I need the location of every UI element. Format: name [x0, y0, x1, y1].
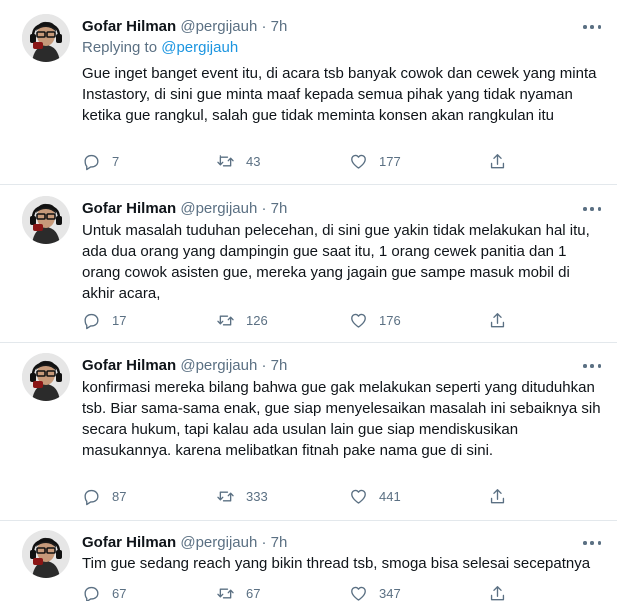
like-count: 176: [379, 312, 401, 328]
reply-icon: [82, 584, 101, 601]
more-icon[interactable]: [581, 200, 603, 218]
tweet-text: Untuk masalah tuduhan pelecehan, di sini…: [82, 222, 590, 302]
share-icon: [488, 584, 507, 601]
user-handle[interactable]: @pergijauh: [180, 534, 257, 551]
like-icon: [349, 311, 368, 330]
retweet-button[interactable]: 126: [216, 310, 268, 330]
retweet-button[interactable]: 43: [216, 151, 260, 171]
tweet-divider: [0, 520, 617, 521]
tweet-header: Gofar Hilman @pergijauh · 7h: [82, 200, 597, 220]
share-icon: [488, 152, 507, 171]
avatar[interactable]: [22, 196, 70, 244]
avatar[interactable]: [22, 14, 70, 62]
timestamp[interactable]: 7h: [271, 200, 288, 217]
replying-to-label: Replying to: [82, 39, 162, 56]
reply-button[interactable]: 7: [82, 151, 119, 171]
share-button[interactable]: [488, 583, 507, 601]
retweet-icon: [216, 584, 235, 601]
separator-dot: ·: [261, 200, 267, 217]
replying-to-mention[interactable]: @pergijauh: [161, 39, 238, 56]
avatar[interactable]: [22, 530, 70, 578]
retweet-icon: [216, 487, 235, 506]
tweet[interactable]: Gofar Hilman @pergijauh · 7h Tim gue sed…: [0, 530, 617, 601]
retweet-icon: [216, 311, 235, 330]
like-count: 347: [379, 585, 401, 601]
like-button[interactable]: 441: [349, 486, 401, 506]
display-name[interactable]: Gofar Hilman: [82, 534, 176, 551]
like-count: 177: [379, 153, 401, 169]
separator-dot: ·: [261, 357, 267, 374]
tweet-text: Gue inget banget event itu, di acara tsb…: [82, 65, 597, 124]
reply-icon: [82, 311, 101, 330]
replying-to: Replying to @pergijauh: [82, 39, 238, 56]
reply-button[interactable]: 67: [82, 583, 126, 601]
share-icon: [488, 311, 507, 330]
tweet-actions: 7 43 177: [82, 151, 582, 171]
separator-dot: ·: [261, 534, 267, 551]
retweet-count: 67: [246, 585, 261, 601]
timestamp[interactable]: 7h: [271, 534, 288, 551]
avatar[interactable]: [22, 353, 70, 401]
timestamp[interactable]: 7h: [271, 357, 288, 374]
reply-icon: [82, 487, 101, 506]
tweet-text: Tim gue sedang reach yang bikin thread t…: [82, 555, 591, 572]
display-name[interactable]: Gofar Hilman: [82, 18, 176, 35]
share-icon: [488, 487, 507, 506]
reply-icon: [82, 152, 101, 171]
tweet-header: Gofar Hilman @pergijauh · 7h: [82, 18, 597, 38]
tweet-text: konfirmasi mereka bilang bahwa gue gak m…: [82, 379, 601, 459]
share-button[interactable]: [488, 486, 507, 506]
more-icon[interactable]: [581, 534, 603, 552]
reply-count: 17: [112, 312, 127, 328]
like-icon: [349, 487, 368, 506]
tweet[interactable]: Gofar Hilman @pergijauh · 7h konfirmasi …: [0, 353, 617, 513]
reply-count: 7: [112, 153, 120, 169]
user-handle[interactable]: @pergijauh: [180, 18, 257, 35]
tweet-actions: 17 126 176: [82, 310, 582, 330]
user-handle[interactable]: @pergijauh: [180, 357, 257, 374]
retweet-count: 333: [246, 488, 268, 504]
like-icon: [349, 152, 368, 171]
retweet-button[interactable]: 333: [216, 486, 268, 506]
tweet[interactable]: Gofar Hilman @pergijauh · 7h Untuk masal…: [0, 196, 617, 336]
tweet-divider: [0, 342, 617, 343]
tweet-divider: [0, 184, 617, 185]
separator-dot: ·: [261, 18, 267, 35]
timestamp[interactable]: 7h: [271, 18, 288, 35]
more-icon[interactable]: [581, 18, 603, 36]
tweet-actions: 67 67 347: [82, 583, 582, 601]
reply-count: 87: [112, 488, 127, 504]
reply-button[interactable]: 87: [82, 486, 126, 506]
display-name[interactable]: Gofar Hilman: [82, 200, 176, 217]
like-button[interactable]: 176: [349, 310, 401, 330]
share-button[interactable]: [488, 151, 507, 171]
like-button[interactable]: 177: [349, 151, 401, 171]
tweet-header: Gofar Hilman @pergijauh · 7h: [82, 534, 597, 554]
display-name[interactable]: Gofar Hilman: [82, 357, 176, 374]
like-icon: [349, 584, 368, 601]
tweet-header: Gofar Hilman @pergijauh · 7h: [82, 357, 597, 377]
share-button[interactable]: [488, 310, 507, 330]
like-button[interactable]: 347: [349, 583, 401, 601]
retweet-icon: [216, 152, 235, 171]
tweet-actions: 87 333 441: [82, 486, 582, 506]
retweet-button[interactable]: 67: [216, 583, 260, 601]
retweet-count: 43: [246, 153, 261, 169]
reply-count: 67: [112, 585, 127, 601]
retweet-count: 126: [246, 312, 268, 328]
tweet[interactable]: Gofar Hilman @pergijauh · 7h Replying to…: [0, 14, 617, 174]
more-icon[interactable]: [581, 357, 603, 375]
like-count: 441: [379, 488, 401, 504]
reply-button[interactable]: 17: [82, 310, 126, 330]
user-handle[interactable]: @pergijauh: [180, 200, 257, 217]
